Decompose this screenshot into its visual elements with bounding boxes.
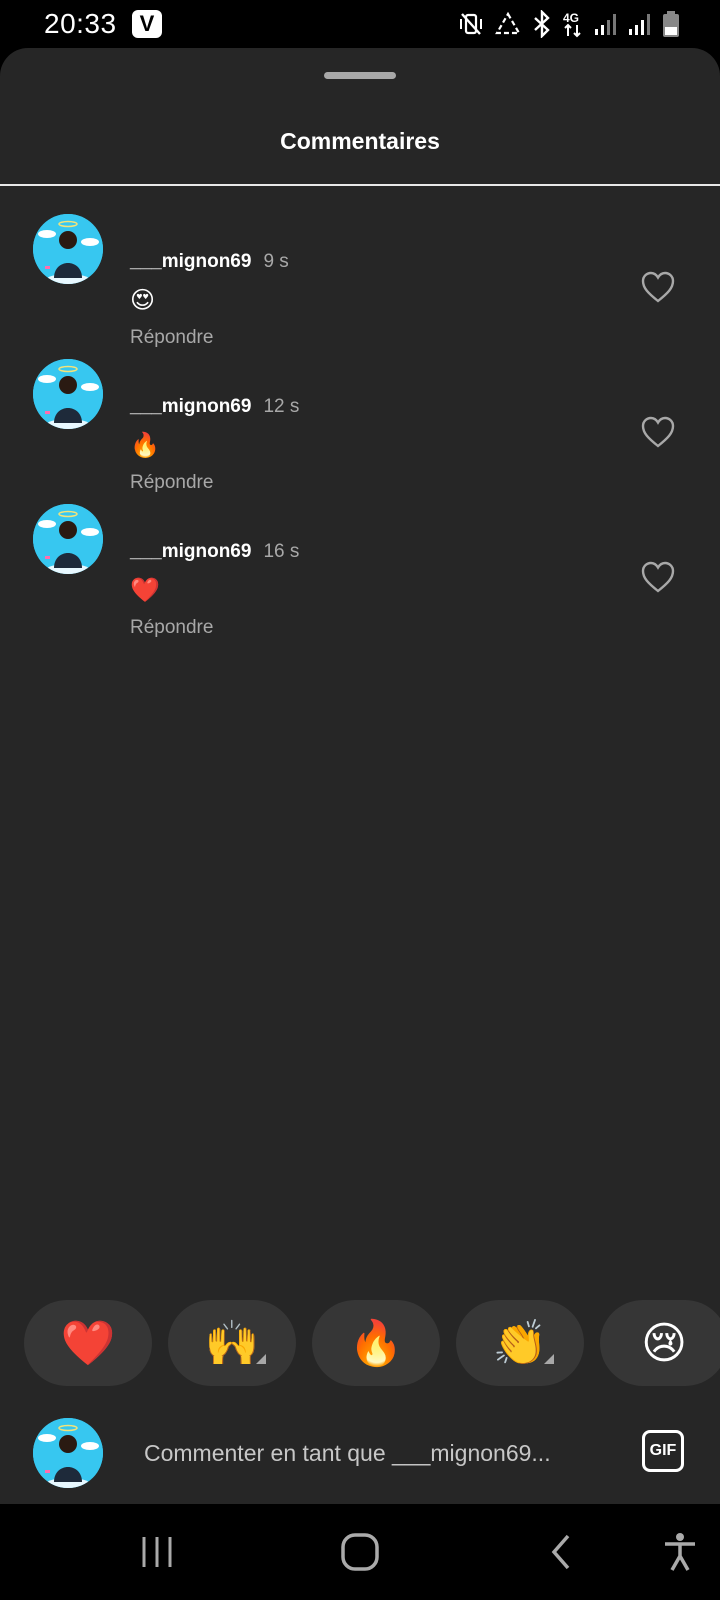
skin-tone-indicator bbox=[256, 1354, 266, 1364]
reply-button[interactable]: Répondre bbox=[130, 617, 213, 639]
reaction-raised-hands-button[interactable]: 🙌 bbox=[168, 1300, 296, 1386]
reaction-crying-button[interactable]: 😢 bbox=[600, 1300, 720, 1386]
reaction-emoji: 😢 bbox=[641, 1318, 687, 1368]
reaction-emoji: ❤️ bbox=[60, 1319, 116, 1368]
vibrate-mute-icon bbox=[458, 11, 484, 37]
status-icons: 4G bbox=[458, 10, 680, 38]
reaction-heart-button[interactable]: ❤️ bbox=[24, 1300, 152, 1386]
avatar[interactable] bbox=[33, 214, 103, 284]
comment-username[interactable]: ___mignon69 bbox=[130, 541, 251, 562]
avatar[interactable] bbox=[33, 359, 103, 429]
comments-sheet: Commentaires ___mignon69 9 s 😍 Répondre _… bbox=[0, 48, 720, 1504]
comment-composer: Commenter en tant que ___mignon69... GIF bbox=[0, 1400, 720, 1504]
system-nav-bar bbox=[0, 1504, 720, 1600]
4g-icon: 4G bbox=[562, 10, 584, 38]
accessibility-icon[interactable] bbox=[662, 1530, 698, 1574]
comment-time: 9 s bbox=[263, 251, 289, 272]
svg-text:4G: 4G bbox=[563, 11, 579, 25]
back-icon[interactable] bbox=[548, 1530, 574, 1574]
reaction-emoji: 🙌 bbox=[204, 1319, 260, 1368]
signal-icon bbox=[628, 11, 652, 37]
reaction-emoji: 🔥 bbox=[348, 1319, 404, 1368]
data-saver-icon bbox=[494, 11, 522, 37]
status-bar: 20:33 V 4G bbox=[0, 0, 720, 48]
heart-outline-icon[interactable] bbox=[640, 560, 676, 594]
comment-item: ___mignon69 9 s 😍 Répondre bbox=[0, 198, 720, 348]
comment-text: 🔥 bbox=[130, 432, 160, 459]
avatar bbox=[33, 1418, 103, 1488]
quick-reactions: ❤️ 🙌 🔥 👏 😢 bbox=[24, 1300, 720, 1386]
heart-outline-icon[interactable] bbox=[640, 270, 676, 304]
battery-icon bbox=[662, 10, 680, 38]
heart-outline-icon[interactable] bbox=[640, 415, 676, 449]
comment-item: ___mignon69 16 s ❤️ Répondre bbox=[0, 488, 720, 638]
bluetooth-icon bbox=[532, 10, 552, 38]
comment-username[interactable]: ___mignon69 bbox=[130, 396, 251, 417]
comment-time: 12 s bbox=[263, 396, 300, 417]
comment-text: ❤️ bbox=[130, 577, 160, 604]
comment-text: 😍 bbox=[130, 287, 156, 314]
divider bbox=[0, 184, 720, 186]
recents-icon[interactable] bbox=[140, 1530, 174, 1574]
gif-button[interactable]: GIF bbox=[642, 1430, 684, 1472]
avatar[interactable] bbox=[33, 504, 103, 574]
page-title: Commentaires bbox=[280, 128, 440, 154]
home-icon[interactable] bbox=[340, 1530, 380, 1574]
status-time: 20:33 bbox=[44, 8, 117, 39]
reaction-emoji: 👏 bbox=[492, 1319, 548, 1368]
skin-tone-indicator bbox=[544, 1354, 554, 1364]
reaction-fire-button[interactable]: 🔥 bbox=[312, 1300, 440, 1386]
signal-icon bbox=[594, 11, 618, 37]
drag-handle[interactable] bbox=[324, 72, 396, 79]
comment-input[interactable]: Commenter en tant que ___mignon69... bbox=[144, 1440, 551, 1467]
app-notification-icon: V bbox=[132, 10, 162, 38]
comment-item: ___mignon69 12 s 🔥 Répondre bbox=[0, 343, 720, 493]
comment-username[interactable]: ___mignon69 bbox=[130, 251, 251, 272]
comment-time: 16 s bbox=[263, 541, 300, 562]
reaction-clap-button[interactable]: 👏 bbox=[456, 1300, 584, 1386]
